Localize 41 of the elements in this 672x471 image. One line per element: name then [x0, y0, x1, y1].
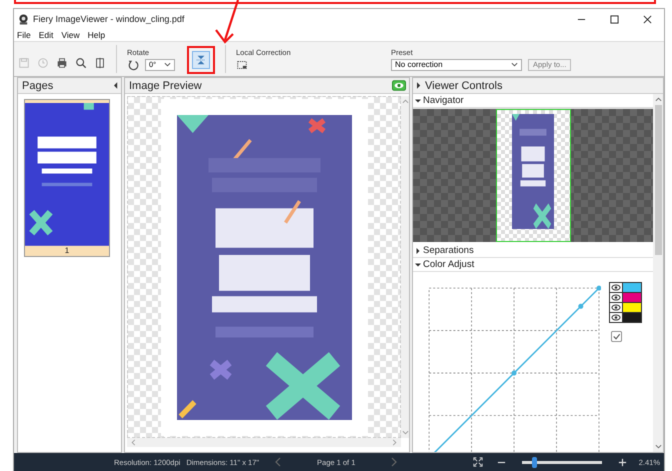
eye-icon[interactable] [610, 303, 623, 312]
menu-item[interactable]: File [17, 30, 31, 40]
previous-page-icon[interactable] [275, 457, 282, 467]
menu-item[interactable]: Help [88, 30, 106, 40]
page-thumbnail[interactable]: 1 [24, 99, 110, 257]
mirror-button[interactable] [192, 51, 210, 69]
selection-icon[interactable] [236, 58, 248, 70]
section-header[interactable]: Color Adjust [413, 258, 653, 272]
panel-title: Image Preview [129, 80, 202, 92]
triangle-icon [415, 98, 421, 104]
scroll-down-icon[interactable] [654, 444, 662, 449]
close-icon[interactable] [643, 14, 652, 24]
fit-icon[interactable] [472, 457, 483, 467]
rotate-icon[interactable] [127, 58, 139, 70]
scroll-up-icon[interactable] [654, 97, 662, 102]
caret-icon [164, 62, 171, 67]
panel-title: Pages [22, 80, 54, 92]
print-icon[interactable] [56, 57, 68, 69]
app-icon [18, 14, 29, 24]
next-page-icon[interactable] [391, 457, 398, 467]
collapse-icon[interactable] [114, 82, 118, 89]
menu-item[interactable]: Edit [38, 30, 54, 40]
search-icon[interactable] [75, 57, 87, 69]
menu-item[interactable]: View [61, 30, 80, 40]
window-title: Fiery ImageViewer - window_cling.pdf [33, 14, 184, 24]
triangle-icon [415, 248, 421, 254]
eye-icon[interactable] [610, 313, 623, 322]
zoom-in-icon[interactable] [618, 458, 627, 466]
triangle-icon [415, 262, 421, 268]
panel-title: Viewer Controls [425, 80, 502, 92]
maximize-icon[interactable] [610, 14, 619, 24]
caret-icon [511, 62, 518, 67]
checkbox[interactable] [611, 331, 622, 342]
preset-dropdown[interactable]: No correction [391, 58, 522, 70]
page-number: 1 [64, 246, 70, 255]
expand-icon[interactable] [417, 82, 421, 89]
eye-icon[interactable] [610, 293, 623, 302]
compare-icon[interactable] [94, 57, 106, 69]
section-header[interactable]: Separations [413, 244, 653, 258]
mirror-icon [195, 54, 207, 66]
eye-icon[interactable] [610, 283, 623, 292]
